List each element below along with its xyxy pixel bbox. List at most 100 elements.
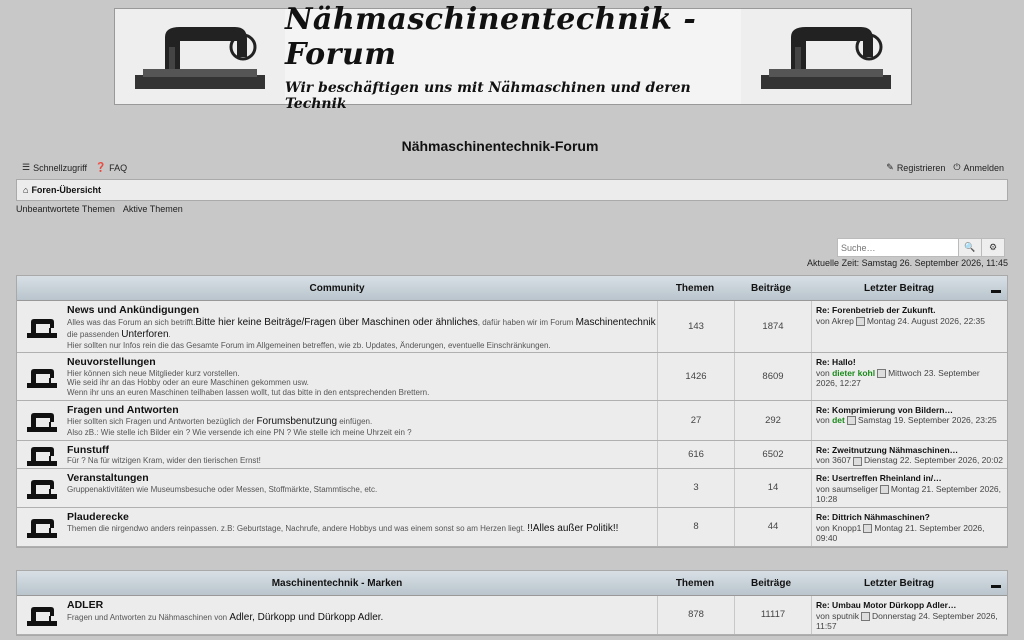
site-banner[interactable]: Nähmaschinentechnik - Forum Wir beschäft… <box>114 2 912 112</box>
forum-title[interactable]: Plauderecke <box>67 511 657 524</box>
last-post-column-header: Letzter Beitrag <box>863 282 934 294</box>
forum-row: Fragen und Antworten Hier sollten sich Fr… <box>17 400 1007 441</box>
category-header: Community Themen Beiträge Letzter Beitrag ▬ <box>17 276 1007 301</box>
forum-description-part: Unterforen <box>121 328 169 340</box>
last-post-by: von <box>816 522 830 533</box>
last-post-title[interactable]: Re: Zweitnutzung Nähmaschinen… <box>816 445 1003 456</box>
post-icon[interactable] <box>879 484 889 494</box>
login-link[interactable]: ⏻ Anmelden <box>953 162 1004 173</box>
last-post-author[interactable]: saumseliger <box>832 484 878 494</box>
login-label: Anmelden <box>963 162 1004 173</box>
quick-access-link[interactable]: ☰ Schnellzugriff <box>22 162 87 173</box>
forum-description-part: Für ? Na für witzigen Kram, wider den ti… <box>67 456 261 466</box>
active-topics-link[interactable]: Aktive Themen <box>123 204 183 214</box>
forum-title[interactable]: News und Ankündigungen <box>67 304 657 317</box>
forum-description-part: Themen die nirgendwo anders reinpassen. … <box>67 524 528 534</box>
forum-row: ADLER Fragen und Antworten zu Nähmaschine… <box>17 596 1007 635</box>
category-maschinentechnik-marken: Maschinentechnik - Marken Themen Beiträge L… <box>16 570 1008 636</box>
last-post-title[interactable]: Re: Dittrich Nähmaschinen? <box>816 512 1003 523</box>
forum-post-count: 1874 <box>734 301 811 353</box>
faq-label: FAQ <box>109 162 128 173</box>
category-title[interactable]: Community <box>17 283 657 294</box>
topics-column-header: Themen <box>675 282 715 294</box>
forum-topic-count: 143 <box>657 301 734 353</box>
sewing-machine-icon <box>27 519 57 539</box>
last-post-author[interactable]: dieter kohl <box>832 368 875 378</box>
home-icon: ⌂ <box>23 185 29 195</box>
forum-description-part: Gruppenaktivitäten wie Museumsbesuche od… <box>67 484 378 494</box>
post-icon[interactable] <box>855 316 865 326</box>
last-post-date: Samstag 19. September 2026, 23:25 <box>857 415 997 426</box>
register-label: Registrieren <box>896 162 946 173</box>
search-icon: 🔍 <box>964 242 976 252</box>
last-post-title[interactable]: Re: Forenbetrieb der Zukunft. <box>816 305 1003 316</box>
search-button[interactable]: 🔍 <box>958 239 981 256</box>
last-post-date: Montag 24. August 2026, 22:35 <box>866 315 985 326</box>
forum-description-part: . <box>168 329 171 339</box>
sewing-machine-icon <box>27 607 57 627</box>
last-post-author[interactable]: sputnik <box>832 611 859 621</box>
forum-topic-count: 1426 <box>657 353 734 400</box>
site-title[interactable]: Nähmaschinentechnik-Forum <box>0 138 1000 154</box>
last-post-title[interactable]: Re: Usertreffen Rheinland in/… <box>816 473 1003 484</box>
last-post-column-header: Letzter Beitrag <box>863 577 934 589</box>
forum-description: Hier können sich neue Mitglieder kurz vo… <box>67 369 657 398</box>
forum-title[interactable]: ADLER <box>67 599 657 612</box>
collapse-icon[interactable]: ▬ <box>991 580 1001 591</box>
forum-description-part: Hier können sich neue Mitglieder kurz vo… <box>67 368 240 378</box>
last-post-by: von <box>816 415 830 426</box>
post-icon[interactable] <box>877 369 887 379</box>
register-link[interactable]: ✎ Registrieren <box>886 162 945 173</box>
last-post: Re: Komprimierung von Bildern… von det Sam… <box>811 400 1007 440</box>
forum-title[interactable]: Funstuff <box>67 444 657 457</box>
forum-description-part: Forumsbenutzung <box>256 416 338 428</box>
last-post-date: Dienstag 22. September 2026, 20:02 <box>864 455 1003 466</box>
unanswered-topics-link[interactable]: Unbeantwortete Themen <box>16 204 115 214</box>
last-post-title[interactable]: Re: Hallo! <box>816 357 1003 368</box>
last-post: Re: Umbau Motor Dürkopp Adler… von sputni… <box>811 596 1007 634</box>
forum-post-count: 14 <box>734 469 811 507</box>
sewing-machine-image-left <box>115 9 285 104</box>
edit-icon: ✎ <box>886 162 894 172</box>
forum-post-count: 44 <box>734 507 811 546</box>
last-post: Re: Forenbetrieb der Zukunft. von Akrep Mo… <box>811 301 1007 353</box>
post-icon[interactable] <box>863 523 873 533</box>
post-icon[interactable] <box>853 456 863 466</box>
forum-row: News und Ankündigungen Alles was das Foru… <box>17 301 1007 354</box>
sewing-machine-icon <box>27 319 57 339</box>
sewing-machine-icon <box>27 480 57 500</box>
forum-title[interactable]: Fragen und Antworten <box>67 404 657 417</box>
question-icon: ❓ <box>94 162 107 172</box>
forum-description: Fragen und Antworten zu Nähmaschinen von… <box>67 612 657 624</box>
last-post-author[interactable]: 3607 <box>832 455 851 465</box>
forum-description: Themen die nirgendwo anders reinpassen. … <box>67 523 657 535</box>
last-post-title[interactable]: Re: Umbau Motor Dürkopp Adler… <box>816 600 1003 611</box>
forum-row: Funstuff Für ? Na für witzigen Kram, wide… <box>17 440 1007 469</box>
forum-description-part: Bitte hier keine Beiträge/Fragen über Ma… <box>195 316 478 328</box>
last-post-title[interactable]: Re: Komprimierung von Bildern… <box>816 405 1003 416</box>
topics-column-header: Themen <box>675 577 715 589</box>
category-header: Maschinentechnik - Marken Themen Beiträge L… <box>17 571 1007 596</box>
last-post-by: von <box>816 455 830 466</box>
last-post-author[interactable]: Knopp1 <box>832 523 861 533</box>
post-icon[interactable] <box>861 611 871 621</box>
forum-title[interactable]: Neuvorstellungen <box>67 356 657 369</box>
breadcrumb-forum-index[interactable]: Foren-Übersicht <box>31 185 101 195</box>
category-title[interactable]: Maschinentechnik - Marken <box>17 578 657 589</box>
hamburger-icon: ☰ <box>22 162 31 172</box>
last-post-author[interactable]: det <box>832 415 845 425</box>
forum-description-part: !!Alles außer Politik!! <box>527 523 619 535</box>
last-post-by: von <box>816 315 830 326</box>
forum-title[interactable]: Veranstaltungen <box>67 472 657 485</box>
last-post-author[interactable]: Akrep <box>832 316 854 326</box>
advanced-search-button[interactable]: ⚙ <box>981 239 1004 256</box>
forum-description: Alles was das Forum an sich betrifft.Bit… <box>67 317 657 351</box>
sewing-machine-icon <box>27 412 57 432</box>
post-icon[interactable] <box>846 416 856 426</box>
forum-description: Für ? Na für witzigen Kram, wider den ti… <box>67 456 657 466</box>
faq-link[interactable]: ❓ FAQ <box>95 162 127 173</box>
power-icon: ⏻ <box>953 162 961 172</box>
forum-topic-count: 616 <box>657 440 734 468</box>
collapse-icon[interactable]: ▬ <box>991 285 1001 296</box>
search-input[interactable] <box>838 239 958 256</box>
